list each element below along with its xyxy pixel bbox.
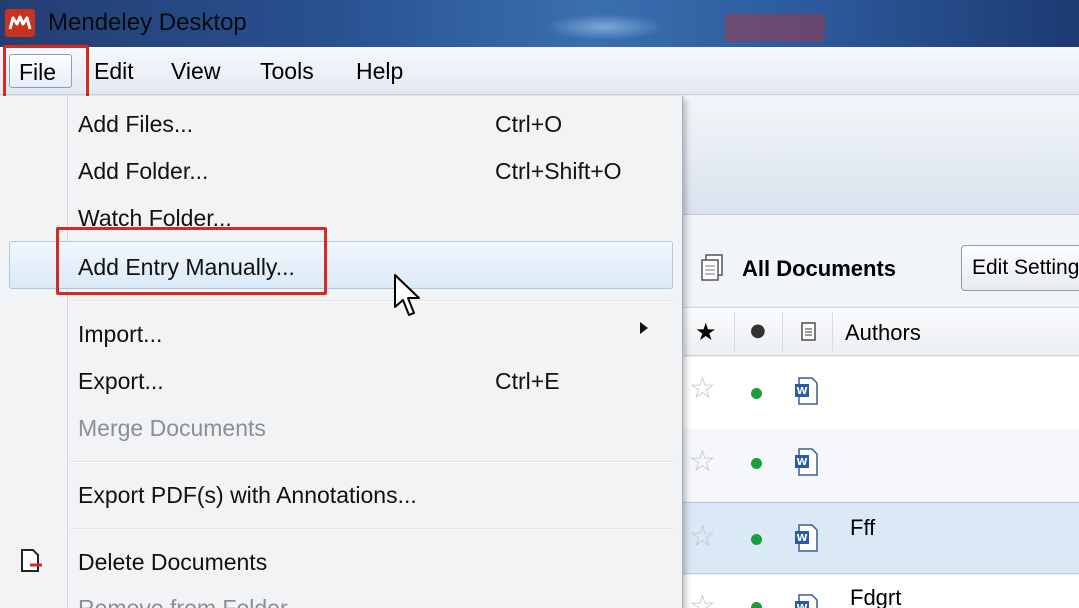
table-row-selected[interactable]: ☆ W Fff	[683, 502, 1079, 574]
menu-separator	[70, 528, 674, 530]
table-row[interactable]: ☆ W Fdgrt	[683, 575, 1079, 608]
mendeley-logo-icon	[5, 9, 35, 37]
file-menu-highlight-box	[3, 45, 89, 100]
menu-item-export[interactable]: Export...	[78, 368, 164, 395]
unread-dot-icon[interactable]	[751, 602, 762, 608]
library-title: All Documents	[742, 256, 897, 281]
title-bar: Mendeley Desktop	[0, 0, 1079, 47]
svg-text:W: W	[796, 533, 807, 544]
column-divider	[832, 312, 833, 352]
library-header-area	[683, 96, 1079, 214]
star-outline-icon[interactable]: ☆	[689, 589, 716, 608]
all-documents-icon	[701, 254, 723, 281]
mouse-cursor-icon	[394, 274, 420, 316]
svg-text:W: W	[796, 603, 807, 608]
menu-item-add-folder[interactable]: Add Folder...	[78, 158, 208, 185]
shortcut-add-files: Ctrl+O	[495, 111, 563, 137]
menu-icon-gutter-divider	[67, 96, 68, 608]
row-author: Fff	[850, 515, 876, 540]
unread-dot-icon[interactable]	[751, 458, 762, 469]
delete-documents-icon	[21, 549, 42, 572]
window-title: Mendeley Desktop	[48, 9, 247, 36]
column-divider	[782, 312, 783, 352]
svg-text:W: W	[796, 457, 807, 468]
add-entry-highlight-box	[56, 227, 327, 295]
shortcut-add-folder: Ctrl+Shift+O	[495, 158, 622, 184]
word-document-icon[interactable]: W	[793, 593, 819, 608]
column-divider	[734, 312, 735, 352]
menu-item-import[interactable]: Import...	[78, 321, 162, 348]
unread-dot-icon[interactable]	[751, 534, 762, 545]
file-column-icon[interactable]	[801, 322, 817, 342]
star-outline-icon[interactable]: ☆	[689, 519, 716, 554]
title-bar-glow	[545, 14, 665, 40]
word-document-icon[interactable]: W	[793, 523, 819, 553]
read-status-column-icon[interactable]: ●	[750, 320, 766, 341]
menu-help[interactable]: Help	[356, 58, 403, 85]
menu-separator	[70, 300, 674, 302]
menu-item-merge-documents[interactable]: Merge Documents	[78, 415, 266, 442]
row-author: Fdgrt	[850, 585, 902, 608]
title-bar-close-glow	[725, 14, 825, 42]
menu-edit[interactable]: Edit	[94, 58, 134, 85]
word-document-icon[interactable]: W	[793, 376, 819, 406]
edit-settings-button[interactable]: Edit Settings	[961, 245, 1079, 291]
table-row[interactable]: ☆ W	[683, 357, 1079, 429]
word-document-icon[interactable]: W	[793, 447, 819, 477]
table-row[interactable]: ☆ W	[683, 429, 1079, 501]
svg-text:W: W	[796, 386, 807, 397]
menu-item-export-pdf-annotations[interactable]: Export PDF(s) with Annotations...	[78, 482, 417, 509]
unread-dot-icon[interactable]	[751, 388, 762, 399]
menu-view[interactable]: View	[171, 58, 220, 85]
menu-item-add-files[interactable]: Add Files...	[78, 111, 193, 138]
menu-separator	[70, 461, 674, 463]
star-outline-icon[interactable]: ☆	[689, 371, 716, 406]
submenu-arrow-icon	[640, 322, 648, 334]
favorite-column-star-icon[interactable]: ★	[695, 318, 717, 346]
star-outline-icon[interactable]: ☆	[689, 444, 716, 479]
menu-tools[interactable]: Tools	[260, 58, 314, 85]
authors-column-header[interactable]: Authors	[845, 320, 921, 346]
menu-item-remove-from-folder[interactable]: Remove from Folder	[78, 595, 288, 608]
menu-bar: File Edit View Tools Help	[0, 47, 1079, 95]
shortcut-export: Ctrl+E	[495, 368, 560, 394]
menu-item-delete-documents[interactable]: Delete Documents	[78, 549, 267, 576]
